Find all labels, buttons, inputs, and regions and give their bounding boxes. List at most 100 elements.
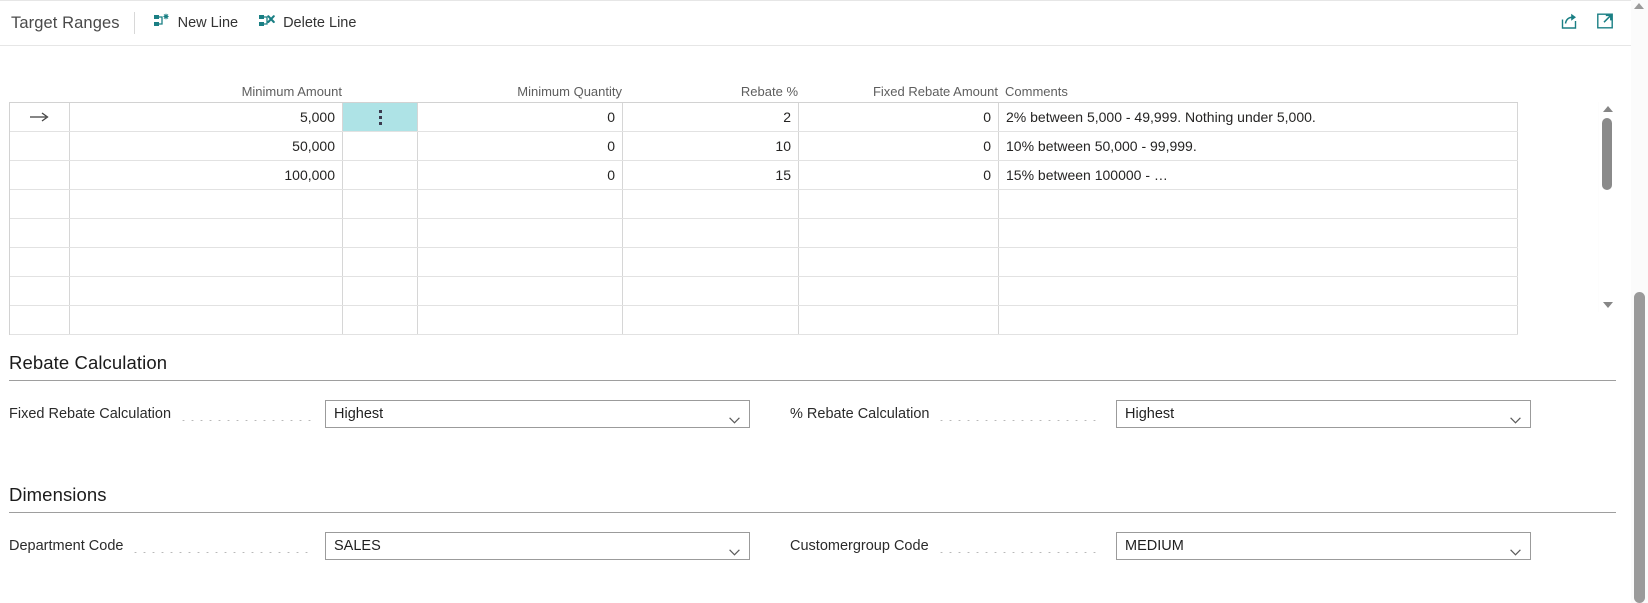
cell-row-selector[interactable]: [343, 277, 418, 305]
row-indicator-cell[interactable]: [10, 161, 70, 189]
cell-row-selector[interactable]: [343, 248, 418, 276]
chevron-down-icon[interactable]: [1510, 543, 1521, 556]
cell-row-selector[interactable]: [343, 306, 418, 334]
cell-fixed-rebate-amount[interactable]: [799, 219, 999, 247]
column-header-comments[interactable]: Comments: [1005, 84, 1068, 99]
page-scroll-thumb[interactable]: [1634, 292, 1645, 603]
cell-minimum-amount[interactable]: 5,000: [70, 103, 343, 131]
new-line-button[interactable]: New Line: [149, 8, 248, 38]
grid-scroll-track[interactable]: [1599, 116, 1617, 298]
row-indicator-cell[interactable]: [10, 219, 70, 247]
new-line-icon: [153, 13, 171, 34]
cell-minimum-amount[interactable]: 100,000: [70, 161, 343, 189]
cell-minimum-amount[interactable]: 50,000: [70, 132, 343, 160]
new-line-label: New Line: [177, 15, 239, 31]
cell-fixed-rebate-amount[interactable]: [799, 190, 999, 218]
department-code-value: SALES: [334, 538, 381, 554]
cell-comments[interactable]: [999, 277, 1518, 305]
scroll-up-arrow-icon[interactable]: [1603, 106, 1613, 112]
column-header-minimum-quantity[interactable]: Minimum Quantity: [417, 84, 622, 99]
cell-row-selector[interactable]: [343, 103, 418, 131]
cell-rebate-percent[interactable]: [623, 219, 799, 247]
page-scroll-up-arrow-icon[interactable]: [1634, 3, 1644, 9]
row-indicator-cell[interactable]: [10, 132, 70, 160]
column-header-fixed-rebate-amount[interactable]: Fixed Rebate Amount: [798, 84, 998, 99]
table-row[interactable]: 50,000 0 10 0 10% between 50,000 - 99,999.: [10, 132, 1518, 161]
cell-row-selector[interactable]: [343, 190, 418, 218]
cell-comments[interactable]: 10% between 50,000 - 99,999.: [999, 132, 1518, 160]
cell-comments[interactable]: [999, 248, 1518, 276]
cell-minimum-amount[interactable]: [70, 277, 343, 305]
cell-rebate-percent[interactable]: 2: [623, 103, 799, 131]
percent-rebate-calculation-dropdown[interactable]: Highest: [1116, 400, 1531, 428]
cell-minimum-quantity[interactable]: [418, 219, 623, 247]
cell-comments[interactable]: [999, 306, 1518, 334]
cell-comments[interactable]: [999, 219, 1518, 247]
delete-line-button[interactable]: Delete Line: [254, 8, 366, 38]
cell-minimum-amount[interactable]: [70, 306, 343, 334]
cell-minimum-quantity[interactable]: 0: [418, 132, 623, 160]
department-code-dropdown[interactable]: SALES: [325, 532, 750, 560]
field-label-percent-rebate-calculation: % Rebate Calculation: [790, 406, 930, 422]
cell-minimum-quantity[interactable]: [418, 190, 623, 218]
chevron-down-icon[interactable]: [1510, 411, 1521, 424]
cell-minimum-quantity[interactable]: [418, 248, 623, 276]
cell-rebate-percent[interactable]: [623, 248, 799, 276]
row-indicator-cell[interactable]: [10, 190, 70, 218]
cell-row-selector[interactable]: [343, 161, 418, 189]
cell-minimum-amount[interactable]: [70, 190, 343, 218]
fixed-rebate-calculation-dropdown[interactable]: Highest: [325, 400, 750, 428]
cell-minimum-quantity[interactable]: 0: [418, 103, 623, 131]
cell-minimum-amount[interactable]: [70, 248, 343, 276]
row-indicator-cell[interactable]: [10, 103, 70, 131]
cell-fixed-rebate-amount[interactable]: 0: [799, 103, 999, 131]
cell-minimum-amount[interactable]: [70, 219, 343, 247]
page-vertical-scrollbar[interactable]: [1631, 0, 1648, 603]
column-header-rebate-percent[interactable]: Rebate %: [622, 84, 798, 99]
cell-fixed-rebate-amount[interactable]: [799, 306, 999, 334]
cell-comments[interactable]: [999, 190, 1518, 218]
dotted-leader: [937, 407, 1102, 421]
share-icon[interactable]: [1559, 11, 1579, 36]
cell-fixed-rebate-amount[interactable]: [799, 248, 999, 276]
more-options-icon[interactable]: [378, 109, 382, 125]
table-row[interactable]: 5,000 0 2 0 2% between 5,000 - 49,999. Nothi…: [10, 103, 1518, 132]
scroll-down-arrow-icon[interactable]: [1603, 302, 1613, 308]
rebate-calculation-fields: Fixed Rebate Calculation Highest % Rebat…: [9, 400, 1616, 428]
cell-rebate-percent[interactable]: 10: [623, 132, 799, 160]
chevron-down-icon[interactable]: [729, 411, 740, 424]
column-header-minimum-amount[interactable]: Minimum Amount: [69, 84, 342, 99]
cell-row-selector[interactable]: [343, 132, 418, 160]
cell-fixed-rebate-amount[interactable]: 0: [799, 132, 999, 160]
table-row[interactable]: [10, 219, 1518, 248]
field-label-fixed-rebate-calculation: Fixed Rebate Calculation: [9, 406, 172, 422]
row-indicator-cell[interactable]: [10, 306, 70, 334]
table-row[interactable]: [10, 306, 1518, 335]
cell-rebate-percent[interactable]: 15: [623, 161, 799, 189]
grid-scroll-thumb[interactable]: [1602, 118, 1612, 190]
section-title-dimensions: Dimensions: [9, 484, 107, 505]
cell-minimum-quantity[interactable]: 0: [418, 161, 623, 189]
table-row[interactable]: 100,000 0 15 0 15% between 100000 - …: [10, 161, 1518, 190]
cell-rebate-percent[interactable]: [623, 306, 799, 334]
grid-vertical-scrollbar[interactable]: [1598, 102, 1617, 312]
cell-fixed-rebate-amount[interactable]: [799, 277, 999, 305]
chevron-down-icon[interactable]: [729, 543, 740, 556]
row-indicator-cell[interactable]: [10, 248, 70, 276]
toolbar-right-actions: [1559, 11, 1631, 36]
cell-rebate-percent[interactable]: [623, 190, 799, 218]
table-row[interactable]: [10, 190, 1518, 219]
cell-minimum-quantity[interactable]: [418, 277, 623, 305]
row-indicator-cell[interactable]: [10, 277, 70, 305]
cell-row-selector[interactable]: [343, 219, 418, 247]
open-in-new-window-icon[interactable]: [1595, 11, 1615, 36]
cell-minimum-quantity[interactable]: [418, 306, 623, 334]
cell-comments[interactable]: 2% between 5,000 - 49,999. Nothing under…: [999, 103, 1518, 131]
field-label-customergroup-code: Customergroup Code: [790, 538, 929, 554]
customergroup-code-dropdown[interactable]: MEDIUM: [1116, 532, 1531, 560]
table-row[interactable]: [10, 248, 1518, 277]
cell-comments[interactable]: 15% between 100000 - …: [999, 161, 1518, 189]
table-row[interactable]: [10, 277, 1518, 306]
cell-fixed-rebate-amount[interactable]: 0: [799, 161, 999, 189]
cell-rebate-percent[interactable]: [623, 277, 799, 305]
